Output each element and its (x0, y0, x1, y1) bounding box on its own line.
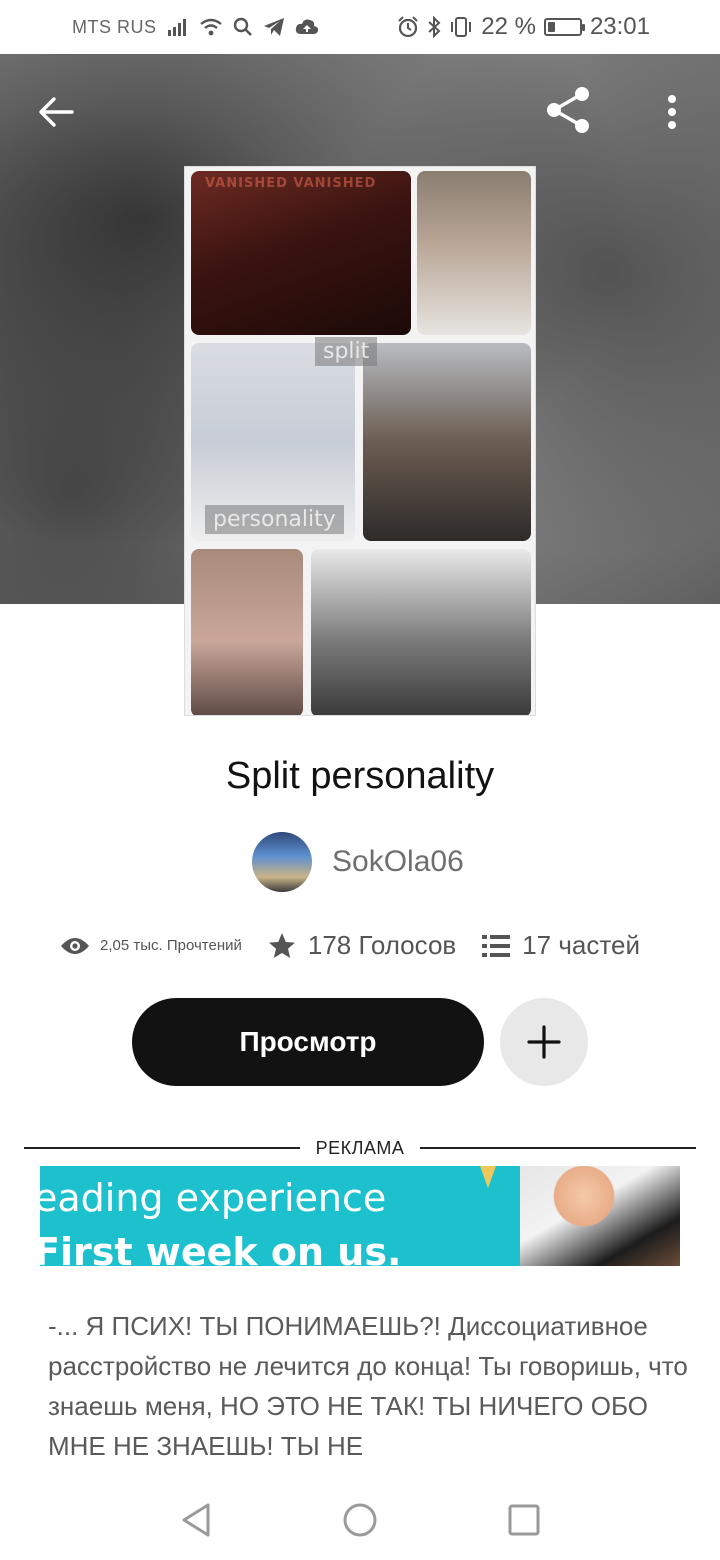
author-link[interactable]: SokOla06 (252, 832, 464, 892)
nav-home-button[interactable] (334, 1494, 386, 1546)
eye-icon (61, 937, 89, 954)
add-to-library-button[interactable] (500, 998, 588, 1086)
status-left: MTS RUS (72, 17, 319, 38)
story-cover[interactable]: VANISHED VANISHED split personality (184, 166, 536, 716)
battery-icon (543, 18, 585, 36)
story-stats: 2,05 тыс. Прочтений 178 Голосов 17 часте… (60, 930, 670, 961)
signal-icon (167, 18, 189, 36)
cover-label-personality: personality (205, 505, 344, 534)
carrier-name: MTS RUS (72, 16, 157, 37)
more-options-button[interactable] (650, 84, 694, 140)
cover-photo-band: VANISHED VANISHED (191, 171, 411, 335)
list-icon (482, 934, 511, 957)
system-nav-bar (0, 1480, 720, 1560)
alarm-icon (397, 16, 419, 38)
cloud-upload-icon (295, 18, 319, 36)
clock: 23:01 (589, 13, 650, 40)
share-icon (547, 87, 589, 133)
parts-count[interactable]: 17 частей (522, 930, 640, 961)
more-vertical-icon (668, 95, 676, 129)
battery-percent: 22 % (481, 13, 536, 40)
reads-stat: 2,05 тыс. Прочтений (60, 936, 242, 956)
status-bar: MTS RUS 22 % 23:01 (0, 0, 720, 54)
cover-photo-boy-jacket (363, 343, 531, 541)
telegram-icon (263, 17, 285, 37)
bluetooth-icon (427, 16, 441, 38)
votes-count: 178 Голосов (307, 930, 457, 960)
parts-stat[interactable]: 17 частей (482, 930, 640, 961)
nav-back-button[interactable] (170, 1494, 222, 1546)
share-button[interactable] (538, 80, 598, 140)
reads-count: 2,05 тыс. Прочтений (100, 937, 242, 954)
ad-image (520, 1166, 680, 1266)
ad-banner[interactable]: eading experience First week on us. (40, 1166, 680, 1266)
star-icon (268, 932, 295, 958)
cover-photo-boy-closeup (191, 549, 303, 715)
wifi-icon (199, 18, 223, 36)
nav-recents-button[interactable] (498, 1494, 550, 1546)
ad-headline: eading experience (40, 1176, 387, 1220)
battery-level (547, 22, 555, 32)
divider (420, 1147, 697, 1149)
nav-recents-icon (508, 1504, 540, 1536)
story-excerpt[interactable]: -... Я ПСИХ! ТЫ ПОНИМАЕШЬ?! Диссоциативн… (48, 1306, 688, 1466)
cover-text-vanished: VANISHED VANISHED (205, 176, 377, 191)
nav-back-icon (182, 1503, 210, 1537)
ad-subheadline: First week on us. (40, 1230, 402, 1266)
divider (24, 1147, 300, 1149)
story-title: Split personality (225, 755, 495, 797)
plus-icon (527, 1025, 561, 1059)
cover-photo-two-boys (311, 549, 531, 715)
author-name[interactable]: SokOla06 (332, 845, 464, 879)
avatar[interactable] (252, 832, 312, 892)
votes-stat: 178 Голосов (268, 930, 456, 961)
arrow-left-icon (39, 97, 74, 127)
cover-label-split: split (315, 337, 378, 366)
cover-photo-girl (417, 171, 531, 335)
back-button[interactable] (28, 84, 84, 140)
status-right: 22 % 23:01 (397, 13, 650, 41)
ad-decoration (480, 1166, 496, 1188)
ad-label-row: РЕКЛАМА (24, 1136, 697, 1160)
vibrate-icon (449, 16, 473, 38)
read-button[interactable]: Просмотр (132, 998, 484, 1086)
ad-label: РЕКЛАМА (315, 1137, 405, 1158)
search-icon (233, 17, 253, 37)
nav-home-icon (343, 1503, 377, 1537)
